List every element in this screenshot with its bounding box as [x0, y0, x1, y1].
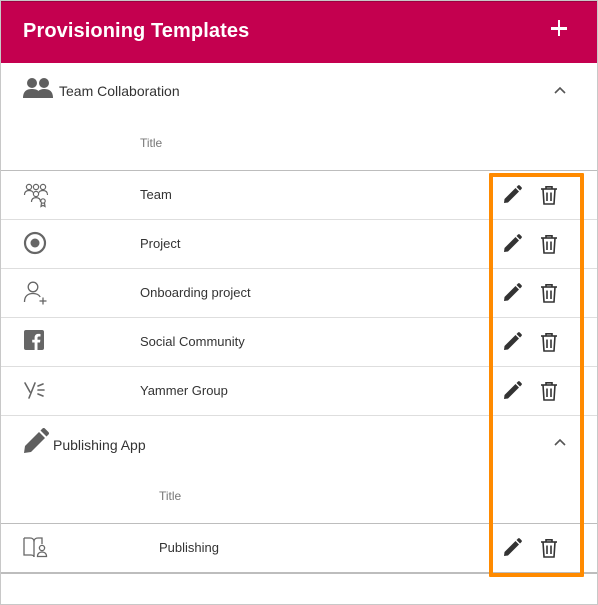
template-title: Social Community [140, 334, 245, 349]
template-title: Onboarding project [140, 285, 251, 300]
group-header-publishing-app[interactable]: Publishing App [1, 416, 597, 472]
pencil-icon[interactable] [501, 282, 523, 304]
column-header-title[interactable]: Title [140, 136, 162, 150]
trash-icon[interactable] [538, 331, 560, 353]
person-add-icon [23, 281, 47, 305]
trash-icon[interactable] [538, 233, 560, 255]
chevron-up-icon[interactable] [553, 435, 567, 449]
group-header-team-collaboration[interactable]: Team Collaboration [1, 63, 597, 119]
group-title: Publishing App [53, 437, 146, 453]
people-icon [23, 78, 53, 98]
template-row[interactable]: Yammer Group [1, 367, 597, 415]
trash-icon[interactable] [538, 282, 560, 304]
pencil-icon[interactable] [501, 233, 523, 255]
pencil-icon[interactable] [501, 537, 523, 559]
book-reader-icon [23, 537, 48, 558]
template-row[interactable]: Social Community [1, 318, 597, 366]
template-row[interactable]: Project [1, 220, 597, 268]
trash-icon[interactable] [538, 380, 560, 402]
template-title: Publishing [159, 540, 219, 555]
templates-panel: Provisioning Templates Team Collaboratio… [0, 0, 598, 605]
column-header-title[interactable]: Title [159, 489, 181, 503]
template-title: Project [140, 236, 181, 251]
chevron-up-icon[interactable] [553, 83, 567, 97]
group-title: Team Collaboration [59, 83, 180, 99]
panel-title: Provisioning Templates [23, 20, 250, 42]
yammer-icon [24, 382, 45, 399]
pencil-icon[interactable] [501, 184, 523, 206]
add-template-button[interactable] [547, 16, 571, 40]
pencil-icon[interactable] [501, 380, 523, 402]
list-bottom-border [1, 572, 597, 574]
panel-header: Provisioning Templates [1, 1, 597, 63]
team-icon [23, 183, 49, 208]
pencil-icon [24, 428, 49, 453]
facebook-icon [24, 330, 44, 350]
template-title: Yammer Group [140, 383, 228, 398]
template-row[interactable]: Team [1, 171, 597, 219]
target-icon [23, 231, 47, 255]
pencil-icon[interactable] [501, 331, 523, 353]
trash-icon[interactable] [538, 537, 560, 559]
template-row[interactable]: Onboarding project [1, 269, 597, 317]
template-row[interactable]: Publishing [1, 524, 597, 572]
template-title: Team [140, 187, 172, 202]
trash-icon[interactable] [538, 184, 560, 206]
